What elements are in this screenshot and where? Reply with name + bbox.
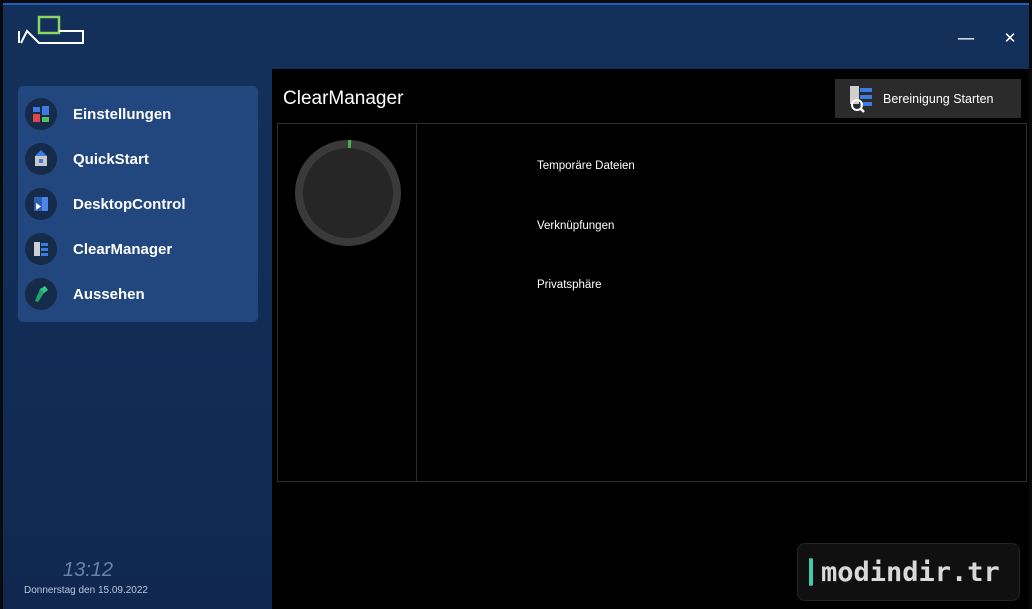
nav-panel: Einstellungen QuickStart DesktopControl …	[18, 86, 258, 322]
sidebar: Einstellungen QuickStart DesktopControl …	[3, 69, 272, 609]
clock-date: Donnerstag den 15.09.2022	[24, 585, 148, 596]
quickstart-icon	[25, 143, 57, 175]
title-bar: — ✕	[3, 5, 1029, 69]
settings-icon	[25, 98, 57, 130]
watermark-text: modindir.tr	[821, 556, 1000, 588]
app-logo	[18, 15, 84, 44]
start-cleanup-label: Bereinigung Starten	[883, 91, 994, 106]
nav-label: Aussehen	[73, 285, 145, 303]
appearance-icon	[25, 278, 57, 310]
minimize-button[interactable]: —	[951, 23, 981, 53]
category-shortcuts[interactable]: Verknüpfungen	[537, 220, 614, 232]
nav-item-clearmanager[interactable]: ClearManager	[18, 228, 258, 270]
panel-divider	[416, 124, 417, 481]
cleanup-search-icon	[850, 85, 872, 113]
nav-label: QuickStart	[73, 150, 149, 168]
desktop-control-icon	[25, 188, 57, 220]
watermark: modindir.tr	[797, 543, 1020, 601]
main-panel: ClearManager Bereinigung Starten Temporä…	[272, 69, 1029, 609]
close-button[interactable]: ✕	[995, 23, 1025, 53]
nav-label: Einstellungen	[73, 105, 172, 123]
cleanup-panel: Temporäre Dateien Verknüpfungen Privatsp…	[277, 123, 1027, 482]
nav-label: DesktopControl	[73, 195, 186, 213]
clock-time: 13:12	[63, 559, 114, 581]
nav-item-quickstart[interactable]: QuickStart	[18, 138, 258, 180]
progress-gauge	[295, 140, 401, 246]
start-cleanup-button[interactable]: Bereinigung Starten	[835, 79, 1021, 118]
page-title: ClearManager	[283, 88, 404, 109]
nav-item-aussehen[interactable]: Aussehen	[18, 273, 258, 315]
clear-manager-icon	[25, 233, 57, 265]
app-window: — ✕ Einstellungen QuickStart DesktopCont…	[3, 3, 1029, 609]
nav-item-desktopcontrol[interactable]: DesktopControl	[18, 183, 258, 225]
nav-label: ClearManager	[73, 240, 173, 258]
nav-item-einstellungen[interactable]: Einstellungen	[18, 93, 258, 135]
category-privacy[interactable]: Privatsphäre	[537, 279, 602, 291]
watermark-bar	[809, 558, 813, 586]
category-temp-files[interactable]: Temporäre Dateien	[537, 160, 635, 172]
